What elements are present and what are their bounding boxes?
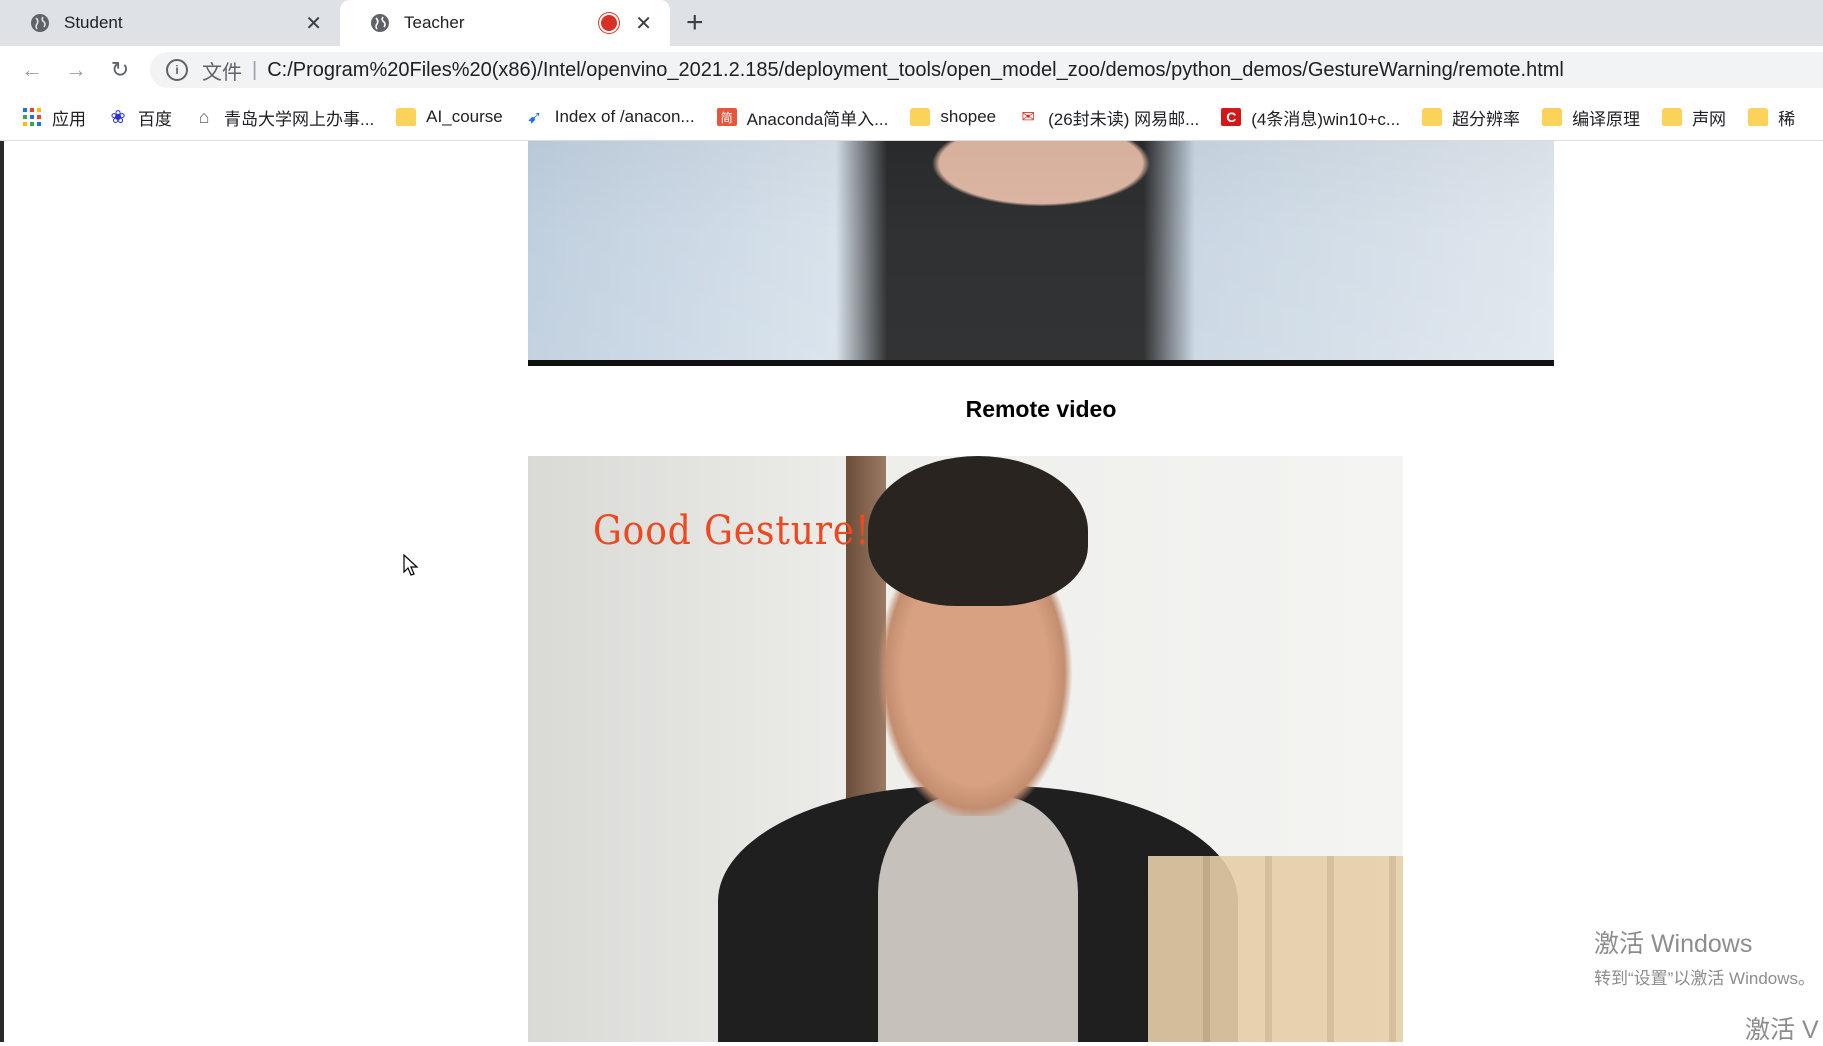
bookmark-label: 超分辨率: [1452, 109, 1521, 129]
jian-icon: 简: [716, 108, 737, 126]
bookmark-label: 青岛大学网上办事...: [224, 109, 375, 129]
bookmark-shopee[interactable]: shopee: [910, 107, 996, 127]
folder-icon: [396, 108, 417, 126]
folder-icon: [1422, 108, 1443, 126]
bookmarks-bar: 应用 ❀ 百度 ⌂ 青岛大学网上办事... AI_course ➹ Index …: [0, 94, 1823, 140]
video-border: [528, 360, 1554, 366]
bookmark-qdu[interactable]: ⌂ 青岛大学网上办事...: [194, 105, 375, 130]
scheme-separator: |: [252, 58, 258, 81]
folder-icon: [1542, 108, 1563, 126]
bookmark-label: AI_course: [426, 107, 503, 126]
folder-icon: [910, 108, 931, 126]
navigation-bar: ← → ↻ i 文件 | C:/Program%20Files%20(x86)/…: [0, 46, 1823, 94]
bookmark-label: 百度: [138, 109, 172, 129]
forward-arrow-icon: →: [65, 57, 87, 82]
bookmark-csdn[interactable]: C (4条消息)win10+c...: [1221, 105, 1400, 130]
folder-icon: [1662, 108, 1683, 126]
bookmark-ai-course[interactable]: AI_course: [396, 107, 503, 127]
bookmark-label: 稀: [1778, 109, 1796, 129]
bookmark-more[interactable]: 稀: [1748, 105, 1795, 130]
reload-icon: ↻: [110, 57, 130, 82]
csdn-icon: C: [1221, 108, 1242, 126]
browser-chrome: Student ✕ Teacher ✕ + ← → ↻ i 文件 | C:/Pr: [0, 0, 1823, 141]
bookmark-label: 编译原理: [1572, 109, 1641, 129]
globe-icon: [371, 14, 389, 32]
watermark-subtitle: 转到“设置”以激活 Windows。: [1594, 969, 1816, 988]
recording-indicator-icon: [601, 15, 618, 31]
windows-activation-watermark: 激活 Windows 转到“设置”以激活 Windows。: [1594, 924, 1815, 989]
bookmark-agora[interactable]: 声网: [1662, 105, 1726, 130]
bookmark-baidu[interactable]: ❀ 百度: [108, 105, 172, 130]
bookmark-label: 声网: [1692, 109, 1727, 129]
info-icon[interactable]: i: [166, 59, 188, 81]
mail-icon: ✉: [1021, 109, 1035, 126]
tab-title: Student: [64, 13, 123, 32]
bookmark-label: Anaconda简单入...: [746, 109, 889, 129]
bird-icon: ➹: [527, 106, 543, 127]
globe-icon: [31, 14, 49, 32]
home-icon: ⌂: [198, 106, 210, 127]
bookmark-apps[interactable]: 应用: [22, 105, 86, 130]
bookmark-super-resolution[interactable]: 超分辨率: [1422, 105, 1520, 130]
bookmark-anaconda-index[interactable]: ➹ Index of /anacon...: [525, 106, 695, 127]
tab-title: Teacher: [404, 13, 465, 32]
apps-grid-icon: [23, 108, 41, 126]
gesture-overlay-text: Good Gesture!: [593, 508, 871, 554]
window-edge: [0, 141, 4, 1042]
tab-student[interactable]: Student ✕: [0, 0, 340, 46]
video-background-chairs: [1148, 856, 1403, 1042]
back-arrow-icon: ←: [21, 57, 43, 82]
reload-button[interactable]: ↻: [106, 56, 134, 84]
local-video-frame: [528, 141, 1554, 366]
bookmark-163-mail[interactable]: ✉ (26封未读) 网易邮...: [1018, 105, 1199, 130]
back-button[interactable]: ←: [18, 56, 46, 84]
video-person-shirt: [878, 796, 1078, 1042]
baidu-paw-icon: ❀: [110, 106, 126, 127]
tab-teacher[interactable]: Teacher ✕: [340, 0, 670, 46]
remote-video-caption: Remote video: [965, 396, 1117, 422]
local-video: [528, 141, 1554, 366]
bookmark-label: 应用: [52, 109, 86, 129]
tab-strip: Student ✕ Teacher ✕ +: [0, 0, 1823, 46]
bookmark-anaconda-intro[interactable]: 简 Anaconda简单入...: [716, 105, 889, 130]
new-tab-button[interactable]: +: [686, 6, 704, 40]
watermark-title: 激活 Windows: [1594, 930, 1753, 958]
bookmark-compiler[interactable]: 编译原理: [1542, 105, 1640, 130]
address-bar[interactable]: i 文件 | C:/Program%20Files%20(x86)/Intel/…: [150, 52, 1823, 88]
close-tab-icon[interactable]: ✕: [305, 11, 322, 36]
bookmark-label: Index of /anacon...: [554, 107, 695, 126]
url-text[interactable]: C:/Program%20Files%20(x86)/Intel/openvin…: [267, 59, 1564, 82]
scheme-label: 文件: [202, 61, 242, 84]
video-person-hair: [868, 456, 1088, 606]
bookmark-label: shopee: [940, 107, 997, 126]
bookmark-label: (4条消息)win10+c...: [1251, 109, 1401, 129]
close-tab-icon[interactable]: ✕: [635, 11, 652, 36]
forward-button[interactable]: →: [62, 56, 90, 84]
bookmark-label: (26封未读) 网易邮...: [1048, 109, 1200, 129]
watermark-repeat: 激活 V: [1745, 1016, 1819, 1044]
folder-icon: [1748, 108, 1769, 126]
